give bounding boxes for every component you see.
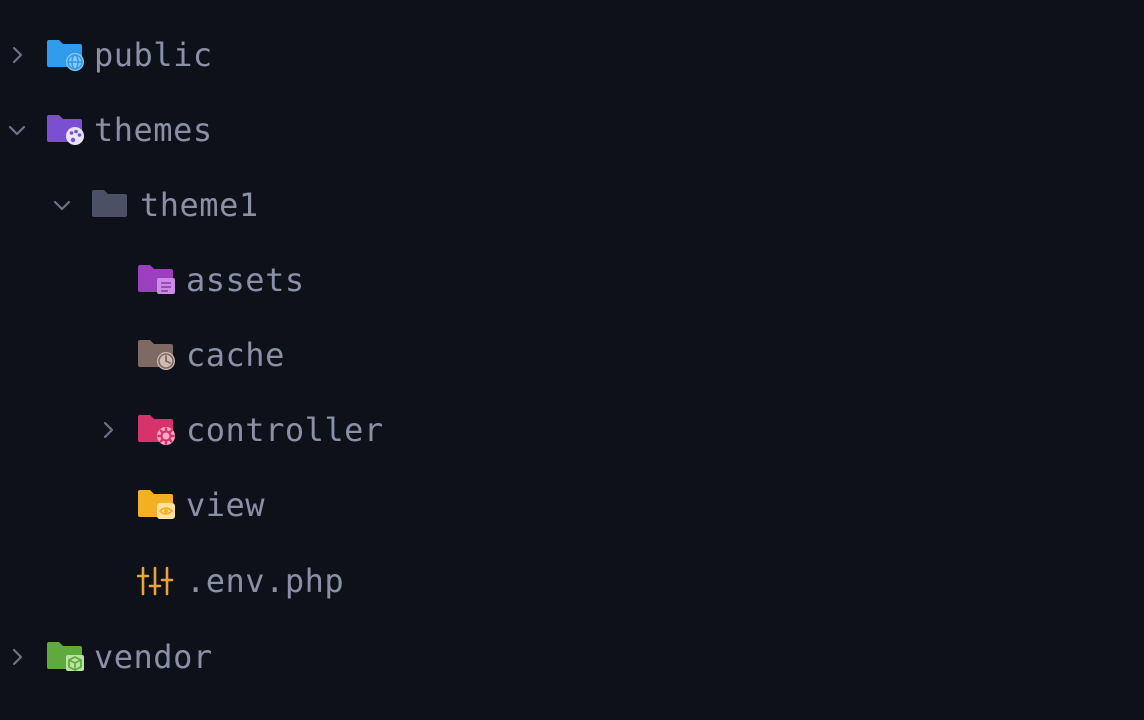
tree-item-public[interactable]: public xyxy=(0,18,1144,92)
env-settings-icon xyxy=(46,714,86,720)
tree-item-label: assets xyxy=(186,261,305,299)
folder-vendor-icon xyxy=(46,640,86,674)
tree-item-cache[interactable]: cache xyxy=(0,318,1144,392)
file-explorer-tree: public themes theme1 assets cache contro… xyxy=(0,0,1144,720)
chevron-right-icon[interactable] xyxy=(97,419,119,441)
tree-item-label: theme1 xyxy=(140,186,259,224)
tree-item-partial[interactable] xyxy=(0,696,1144,720)
tree-item-controller[interactable]: controller xyxy=(0,393,1144,467)
tree-item-label: cache xyxy=(186,336,285,374)
chevron-down-icon[interactable] xyxy=(51,194,73,216)
tree-item-label: vendor xyxy=(94,638,213,676)
tree-item-label: themes xyxy=(94,111,213,149)
folder-controller-icon xyxy=(137,413,177,447)
env-settings-icon xyxy=(137,564,177,598)
tree-item-view[interactable]: view xyxy=(0,468,1144,542)
tree-item-assets[interactable]: assets xyxy=(0,243,1144,317)
folder-view-icon xyxy=(137,488,177,522)
folder-cache-icon xyxy=(137,338,177,372)
chevron-right-icon[interactable] xyxy=(6,44,28,66)
tree-item-label: controller xyxy=(186,411,384,449)
tree-item-label: .env.php xyxy=(186,562,345,600)
tree-item-label: view xyxy=(186,486,266,524)
folder-assets-icon xyxy=(137,263,177,297)
tree-item-label: public xyxy=(94,36,213,74)
chevron-down-icon[interactable] xyxy=(6,119,28,141)
tree-item-vendor[interactable]: vendor xyxy=(0,620,1144,694)
tree-item-themes[interactable]: themes xyxy=(0,93,1144,167)
folder-theme-icon xyxy=(46,113,86,147)
chevron-right-icon[interactable] xyxy=(6,646,28,668)
folder-icon xyxy=(91,188,131,222)
tree-item-theme1[interactable]: theme1 xyxy=(0,168,1144,242)
folder-public-icon xyxy=(46,38,86,72)
tree-item-env-php[interactable]: .env.php xyxy=(0,544,1144,618)
